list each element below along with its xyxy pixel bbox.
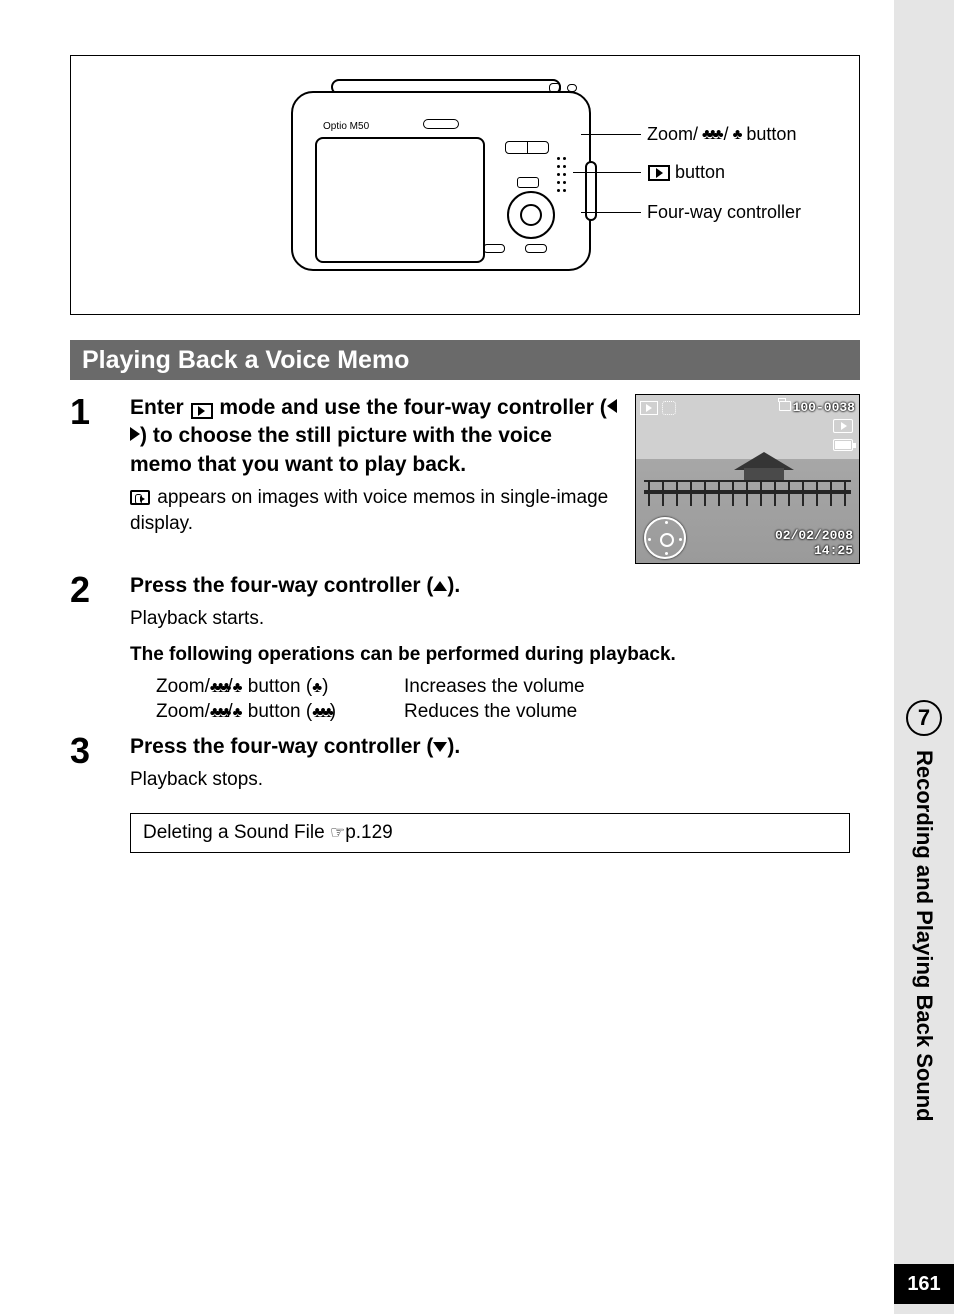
trees-icon: ♣♣♣ — [702, 126, 720, 143]
trees-icon: ♣♣♣ — [210, 703, 228, 723]
triangle-right-icon — [130, 427, 140, 441]
ss-battery-icon — [833, 439, 853, 451]
triangle-up-icon — [433, 581, 447, 591]
step-3-instruction: Press the four-way controller (). — [130, 733, 860, 761]
tree-icon: ♣ — [233, 678, 243, 698]
section-heading: Playing Back a Voice Memo — [70, 340, 860, 380]
four-way-controller-illustration — [507, 191, 555, 239]
operation-value: Increases the volume — [404, 674, 585, 700]
ss-folder-icon — [779, 401, 791, 411]
step-1: 1 Enter mode and use the four-way contro… — [70, 394, 860, 564]
tree-icon: ♣ — [733, 126, 743, 143]
step-number: 2 — [70, 572, 130, 725]
step-number: 3 — [70, 733, 130, 793]
step-3-description: Playback stops. — [130, 767, 860, 793]
step-1-instruction: Enter mode and use the four-way controll… — [130, 394, 617, 479]
play-icon — [191, 403, 213, 419]
diagram-label-controller: Four-way controller — [647, 202, 801, 223]
right-margin-strip: 7 Recording and Playing Back Sound 161 — [894, 0, 954, 1314]
ss-voice-memo-icon — [833, 419, 853, 433]
ss-file-number: 100-0038 — [793, 400, 855, 415]
ss-face-detect-icon — [662, 401, 676, 415]
ss-time: 14:25 — [775, 544, 853, 559]
chapter-title-vertical: Recording and Playing Back Sound — [906, 750, 942, 1170]
camera-model-label: Optio M50 — [323, 121, 369, 132]
content-area: Optio M50 — [70, 55, 860, 853]
play-button-illustration — [517, 177, 539, 188]
chapter-number-badge: 7 — [906, 700, 942, 736]
step-2-instruction: Press the four-way controller (). — [130, 572, 860, 600]
step-2-description: Playback starts. — [130, 606, 860, 632]
triangle-down-icon — [433, 742, 447, 752]
step-1-description: appears on images with voice memos in si… — [130, 485, 617, 536]
trees-icon: ♣♣♣ — [210, 678, 228, 698]
page-number: 161 — [894, 1264, 954, 1304]
diagram-label-zoom: Zoom/♣♣♣/♣ button — [647, 124, 796, 145]
operations-title: The following operations can be performe… — [130, 642, 860, 668]
step-number: 1 — [70, 394, 130, 564]
tree-icon: ♣ — [312, 678, 322, 698]
tree-icon: ♣ — [233, 703, 243, 723]
cross-reference-box: Deleting a Sound File ☞p.129 — [130, 813, 850, 853]
camera-illustration: Optio M50 — [291, 81, 591, 281]
ss-controller-icon — [644, 517, 686, 559]
ss-play-mode-icon — [640, 401, 658, 415]
diagram-label-play: button — [647, 162, 725, 183]
camera-diagram: Optio M50 — [70, 55, 860, 315]
zoom-button-illustration — [505, 141, 549, 154]
voice-memo-icon — [130, 490, 150, 505]
step-2: 2 Press the four-way controller (). Play… — [70, 572, 860, 725]
reference-icon: ☞ — [330, 823, 345, 843]
camera-lcd-screenshot: 100-0038 — [635, 394, 860, 564]
operation-row: Zoom/♣♣♣/♣ button (♣♣♣) Reduces the volu… — [156, 699, 860, 725]
step-3: 3 Press the four-way controller (). Play… — [70, 733, 860, 793]
trees-icon: ♣♣♣ — [312, 703, 330, 723]
ss-date: 02/02/2008 — [775, 529, 853, 544]
operation-value: Reduces the volume — [404, 699, 577, 725]
triangle-left-icon — [607, 399, 617, 413]
operation-row: Zoom/♣♣♣/♣ button (♣) Increases the volu… — [156, 674, 860, 700]
play-icon — [648, 165, 670, 181]
manual-page: 7 Recording and Playing Back Sound 161 O… — [0, 0, 954, 1314]
